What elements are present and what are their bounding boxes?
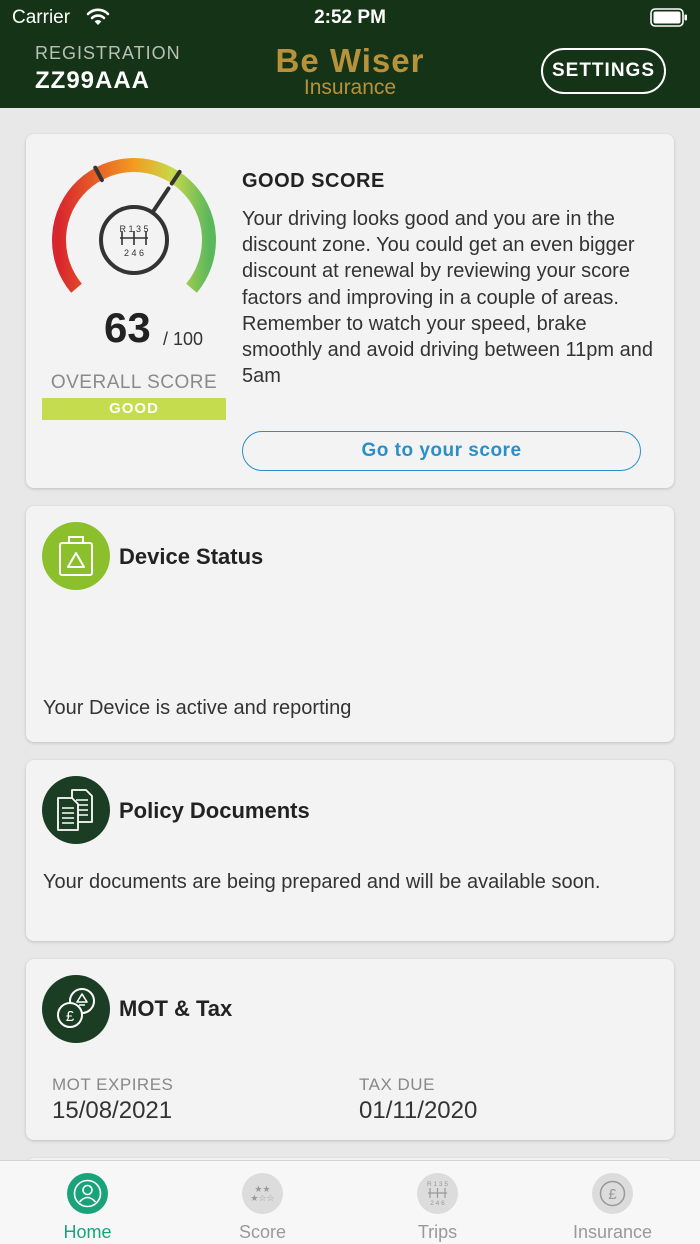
tab-trips[interactable]: R 1 3 5 2 4 6 Trips xyxy=(350,1161,525,1244)
svg-text:★☆☆: ★☆☆ xyxy=(250,1194,274,1204)
tax-due-value: 01/11/2020 xyxy=(359,1097,478,1124)
tab-insurance-label: Insurance xyxy=(572,1222,653,1242)
device-icon xyxy=(59,536,93,576)
tab-home-label: Home xyxy=(63,1222,112,1242)
home-icon xyxy=(67,1173,108,1214)
insurance-icon: £ xyxy=(592,1173,633,1214)
battery-icon xyxy=(650,8,687,27)
svg-text:£: £ xyxy=(66,1008,75,1025)
settings-button[interactable]: SETTINGS xyxy=(541,48,666,94)
documents-icon xyxy=(57,789,93,831)
score-badge: GOOD xyxy=(42,398,226,420)
app-header: Carrier 2:52 PM REGISTRATION ZZ99AAA Be … xyxy=(0,0,700,108)
score-value: 63 xyxy=(104,304,151,351)
device-icon-circle xyxy=(42,522,110,590)
score-title: GOOD SCORE xyxy=(242,170,385,192)
score-description: Your driving looks good and you are in t… xyxy=(242,208,653,388)
policy-documents-card[interactable]: Policy Documents Your documents are bein… xyxy=(26,760,674,941)
svg-text:£: £ xyxy=(608,1186,617,1203)
tab-bar: Home ★★ ★☆☆ Score R 1 3 5 2 4 6 Trips £ xyxy=(0,1160,700,1244)
mot-tax-card[interactable]: £ MOT & Tax MOT EXPIRES 15/08/2021 TAX D… xyxy=(26,959,674,1140)
go-to-score-button[interactable]: Go to your score xyxy=(242,431,641,471)
status-time: 2:52 PM xyxy=(314,7,386,28)
score-max: / 100 xyxy=(163,329,204,349)
tab-home[interactable]: Home xyxy=(0,1161,175,1244)
device-status-card[interactable]: Device Status Your Device is active and … xyxy=(26,506,674,742)
mot-tax-icon-circle: £ xyxy=(42,975,110,1043)
registration-value: ZZ99AAA xyxy=(35,67,151,94)
mot-expires-value: 15/08/2021 xyxy=(52,1097,173,1124)
brand-logo: Be Wiser Insurance xyxy=(260,42,440,99)
mot-expires-label: MOT EXPIRES xyxy=(52,1075,174,1094)
gear-bottom-label: 2 4 6 xyxy=(124,248,144,258)
tax-due-label: TAX DUE xyxy=(359,1075,435,1094)
trips-icon: R 1 3 5 2 4 6 xyxy=(417,1173,458,1214)
logo-top-text: Be Wiser xyxy=(275,42,425,79)
device-status-text: Your Device is active and reporting xyxy=(43,697,352,719)
registration-label: REGISTRATION xyxy=(35,43,181,63)
score-icon: ★★ ★☆☆ xyxy=(242,1173,283,1214)
policy-documents-text: Your documents are being prepared and wi… xyxy=(43,871,601,893)
device-status-title: Device Status xyxy=(119,544,264,569)
tab-insurance[interactable]: £ Insurance xyxy=(525,1161,700,1244)
tab-trips-label: Trips xyxy=(417,1222,458,1242)
policy-documents-title: Policy Documents xyxy=(119,798,310,823)
svg-text:R 1 3 5: R 1 3 5 xyxy=(427,1181,448,1188)
documents-icon-circle xyxy=(42,776,110,844)
gauge-needle xyxy=(150,186,171,215)
logo-bottom-text: Insurance xyxy=(303,76,397,99)
mot-tax-icon: £ xyxy=(57,988,95,1028)
svg-text:2 4 6: 2 4 6 xyxy=(430,1200,445,1207)
status-bar: Carrier 2:52 PM xyxy=(0,0,700,36)
tab-score-label: Score xyxy=(238,1222,287,1242)
mot-tax-title: MOT & Tax xyxy=(119,996,233,1021)
overall-score-label: OVERALL SCORE xyxy=(50,372,218,393)
tab-score[interactable]: ★★ ★☆☆ Score xyxy=(175,1161,350,1244)
score-card: R 1 3 5 2 4 6 63 / 100 OVERALL SCORE GOO… xyxy=(26,134,674,488)
